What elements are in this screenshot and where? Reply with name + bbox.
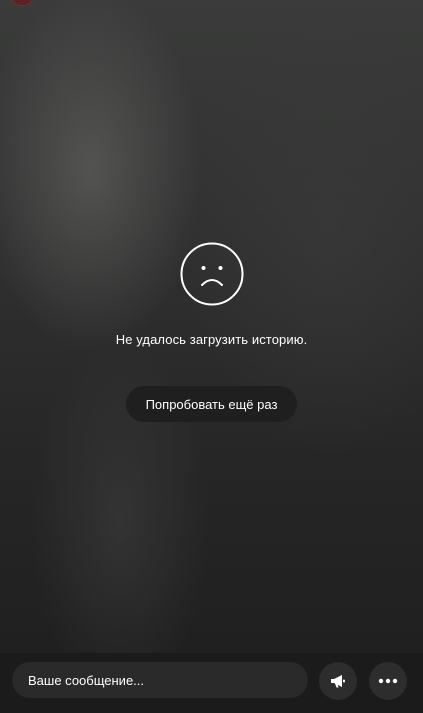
message-input[interactable] xyxy=(12,662,308,698)
sad-face-icon xyxy=(180,242,244,306)
avatar[interactable] xyxy=(10,0,34,6)
story-viewer: Не удалось загрузить историю. Попробоват… xyxy=(0,0,423,713)
megaphone-icon xyxy=(329,672,347,690)
error-state: Не удалось загрузить историю. Попробоват… xyxy=(0,242,423,422)
error-message: Не удалось загрузить историю. xyxy=(115,332,308,347)
megaphone-button[interactable] xyxy=(319,662,357,700)
more-button[interactable] xyxy=(369,662,407,700)
more-dots-icon xyxy=(378,678,398,684)
retry-button[interactable]: Попробовать ещё раз xyxy=(125,386,298,422)
